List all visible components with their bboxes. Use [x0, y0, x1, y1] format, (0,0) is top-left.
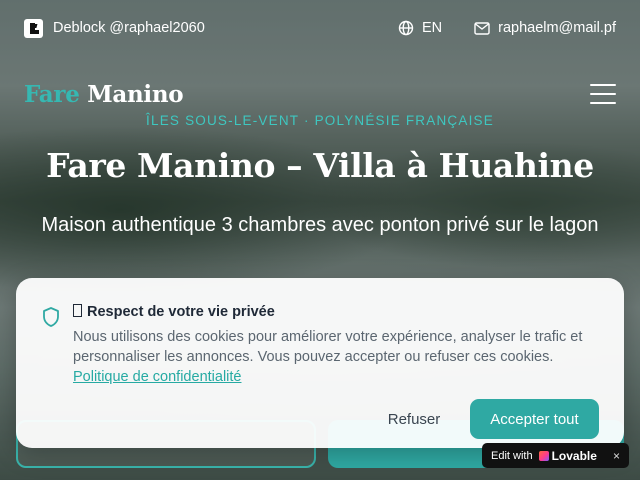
refuse-button[interactable]: Refuser — [378, 400, 450, 438]
logo-part-2: Manino — [87, 80, 184, 108]
cookie-glyph-icon — [73, 304, 82, 317]
shield-icon — [43, 307, 59, 327]
accept-all-button[interactable]: Accepter tout — [470, 399, 599, 439]
globe-icon — [398, 20, 414, 36]
lovable-heart-icon — [538, 450, 549, 461]
main-nav: Fare Manino — [0, 76, 640, 112]
cookie-consent-banner: Respect de votre vie privée Nous utiliso… — [16, 278, 624, 448]
lovable-brand: Lovable — [538, 448, 597, 463]
cookie-body-text: Nous utilisons des cookies pour améliore… — [73, 329, 583, 365]
deblock-text: Deblock @raphael2060 — [53, 20, 205, 36]
top-bar: Deblock @raphael2060 EN raphaelm@mail.pf — [0, 0, 640, 56]
lovable-logo-icon — [24, 18, 43, 38]
email-address: raphaelm@mail.pf — [498, 20, 616, 36]
site-logo[interactable]: Fare Manino — [24, 80, 184, 108]
cookie-title: Respect de votre vie privée — [73, 304, 275, 320]
close-icon[interactable]: × — [613, 449, 620, 463]
cookie-title-text: Respect de votre vie privée — [87, 304, 275, 320]
hero-subtitle: Maison authentique 3 chambres avec ponto… — [41, 214, 599, 236]
lovable-brand-text: Lovable — [551, 448, 597, 463]
language-switcher[interactable]: EN — [398, 20, 442, 36]
logo-part-1: Fare — [24, 80, 80, 108]
edit-with-text: Edit with — [491, 449, 533, 462]
edit-with-lovable-badge[interactable]: Edit with Lovable × — [482, 443, 629, 468]
email-link[interactable]: raphaelm@mail.pf — [474, 20, 616, 36]
deblock-link[interactable]: Deblock @raphael2060 — [24, 18, 205, 38]
hero-eyebrow: ÎLES SOUS-LE-VENT · POLYNÉSIE FRANÇAISE — [146, 113, 494, 128]
privacy-policy-link[interactable]: Politique de confidentialité — [73, 369, 241, 385]
menu-icon[interactable] — [590, 84, 616, 104]
hero-title: Fare Manino – Villa à Huahine — [46, 146, 594, 185]
mail-icon — [474, 21, 490, 35]
language-label: EN — [421, 20, 443, 36]
cookie-description: Nous utilisons des cookies pour améliore… — [73, 327, 603, 387]
